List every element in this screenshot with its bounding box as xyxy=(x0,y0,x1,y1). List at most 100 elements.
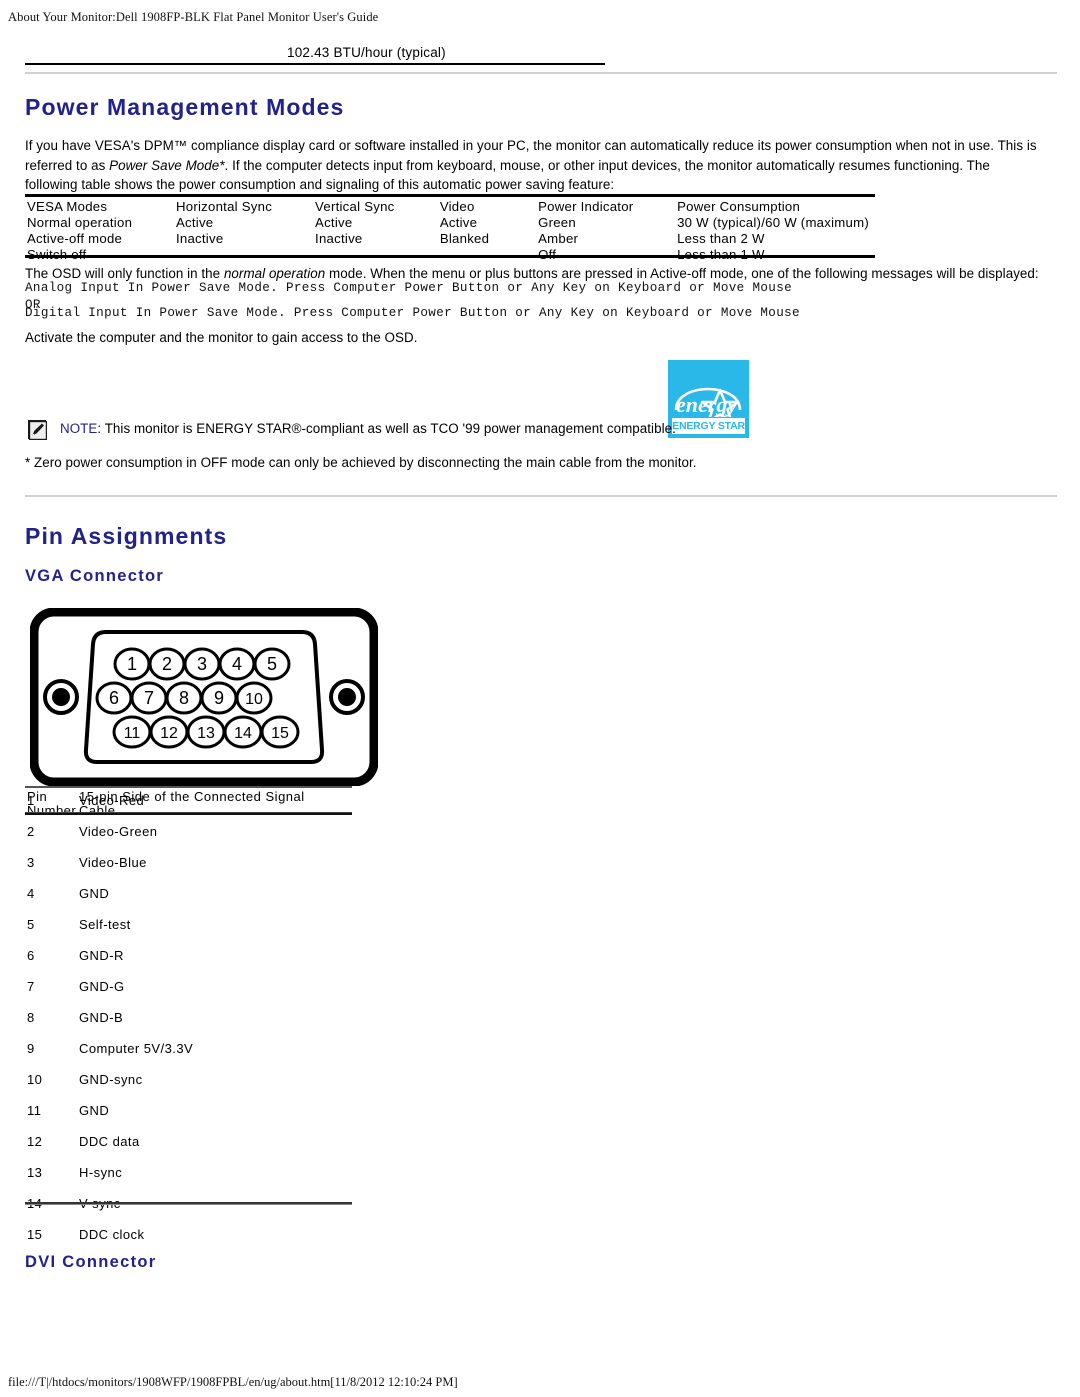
pin-label-8: 8 xyxy=(179,688,189,708)
td-vsync: Active xyxy=(315,215,353,230)
document-page: About Your Monitor:Dell 1908FP-BLK Flat … xyxy=(0,0,1080,1397)
pin-signal: GND-sync xyxy=(79,1072,143,1087)
pin-label-14: 14 xyxy=(234,725,252,742)
table-row: 13 H-sync xyxy=(25,1160,352,1191)
table-row: 14 V-sync xyxy=(25,1191,352,1222)
table-row: 1 Video-Red xyxy=(25,788,352,819)
pin-number: 6 xyxy=(27,948,35,963)
pin-number: 3 xyxy=(27,855,35,870)
table-row: 102.43 BTU/hour (typical) xyxy=(25,44,605,65)
btu-continued-table: 102.43 BTU/hour (typical) xyxy=(25,44,605,65)
table-row: 11 GND xyxy=(25,1098,352,1129)
section-divider-middle xyxy=(25,495,1057,497)
th-horizontal-sync: Horizontal Sync xyxy=(175,199,273,214)
table-row: 12 DDC data xyxy=(25,1129,352,1160)
pin-signal: Video-Red xyxy=(79,793,145,808)
btu-value-cell: 102.43 BTU/hour (typical) xyxy=(283,44,605,65)
osd-message-analog: Analog Input In Power Save Mode. Press C… xyxy=(25,281,793,295)
pin-number: 14 xyxy=(27,1196,43,1211)
osd-message-digital: Digital Input In Power Save Mode. Press … xyxy=(25,306,800,320)
pin-signal: Self-test xyxy=(79,917,131,932)
pin-assignment-table: 1 Video-Red 2 Video-Green 3 Video-Blue 4… xyxy=(25,788,352,1253)
table-row: 7 GND-G xyxy=(25,974,352,1005)
table-row: Active-off mode Inactive Inactive Blanke… xyxy=(25,231,875,247)
table-row: Normal operation Active Active Active Gr… xyxy=(25,215,875,231)
pin-table-bottom-rule xyxy=(25,1202,352,1205)
pin-signal: GND-R xyxy=(79,948,124,963)
pin-label-4: 4 xyxy=(232,654,242,674)
activate-instruction: Activate the computer and the monitor to… xyxy=(25,330,418,345)
page-title-pin-assignments: Pin Assignments xyxy=(25,523,228,549)
energy-star-note: NOTE: This monitor is ENERGY STAR®-compl… xyxy=(60,421,676,436)
pin-label-7: 7 xyxy=(144,688,154,708)
td-indicator: Amber xyxy=(538,231,579,246)
table-header-row: VESA Modes Horizontal Sync Vertical Sync… xyxy=(25,197,875,215)
table-row: 9 Computer 5V/3.3V xyxy=(25,1036,352,1067)
table-row: 2 Video-Green xyxy=(25,819,352,850)
td-hsync: Inactive xyxy=(175,231,224,246)
page-title-power-management: Power Management Modes xyxy=(25,94,345,120)
pin-number: 13 xyxy=(27,1165,43,1180)
table-row: 4 GND xyxy=(25,881,352,912)
note-body: : This monitor is ENERGY STAR®-compliant… xyxy=(97,421,676,436)
pin-number: 4 xyxy=(27,886,35,901)
pm-table-bottom-rule xyxy=(25,255,875,258)
pin-signal: GND xyxy=(79,886,110,901)
td-vsync: Inactive xyxy=(315,231,363,246)
pin-number: 10 xyxy=(27,1072,43,1087)
pin-signal: GND xyxy=(79,1103,110,1118)
pin-label-13: 13 xyxy=(197,725,215,742)
energy-star-logo: energy ENERGY STAR xyxy=(668,360,749,438)
pin-signal: V-sync xyxy=(79,1196,121,1211)
section-divider-top xyxy=(25,72,1057,74)
pin-label-2: 2 xyxy=(162,654,172,674)
td-indicator: Green xyxy=(538,215,576,230)
subtitle-vga-connector: VGA Connector xyxy=(25,567,165,585)
th-vesa-modes: VESA Modes xyxy=(27,199,108,214)
intro-italic: Power Save Mode* xyxy=(109,157,225,173)
energy-star-band: ENERGY STAR xyxy=(671,417,746,435)
osd-note-italic: normal operation xyxy=(223,266,326,281)
td-video: Blanked xyxy=(439,231,490,246)
pin-signal: Computer 5V/3.3V xyxy=(79,1041,194,1056)
power-management-table: VESA Modes Horizontal Sync Vertical Sync… xyxy=(25,197,875,263)
pin-number: 9 xyxy=(27,1041,35,1056)
th-power-consumption: Power Consumption xyxy=(677,199,801,214)
subtitle-dvi-connector: DVI Connector xyxy=(25,1253,157,1271)
svg-text:energy: energy xyxy=(676,392,737,417)
pin-number: 8 xyxy=(27,1010,35,1025)
td-consumption: Less than 2 W xyxy=(677,231,765,246)
pin-number: 2 xyxy=(27,824,35,839)
osd-note-part-2: mode. When the menu or plus buttons are … xyxy=(325,266,1039,281)
table-row: 3 Video-Blue xyxy=(25,850,352,881)
pin-label-10: 10 xyxy=(245,691,263,708)
note-icon-graphic xyxy=(29,421,47,440)
th-power-indicator: Power Indicator xyxy=(538,199,634,214)
td-mode: Normal operation xyxy=(27,215,133,230)
pin-number: 11 xyxy=(27,1103,42,1118)
pin-signal: DDC clock xyxy=(79,1227,145,1242)
vga-connector-diagram: 1 2 3 4 5 6 7 8 9 10 11 12 13 14 15 xyxy=(29,607,379,787)
pin-number: 7 xyxy=(27,979,35,994)
pin-label-11: 11 xyxy=(124,725,141,742)
note-label: NOTE xyxy=(60,421,98,436)
pin-number: 15 xyxy=(27,1227,43,1242)
btu-empty-cell xyxy=(25,44,283,65)
pin-label-15: 15 xyxy=(271,725,289,742)
pin-signal: GND-B xyxy=(79,1010,124,1025)
pin-label-12: 12 xyxy=(160,725,178,742)
pin-number: 1 xyxy=(27,793,35,808)
pin-label-5: 5 xyxy=(267,654,277,674)
table-row: 5 Self-test xyxy=(25,912,352,943)
pin-number: 12 xyxy=(27,1134,43,1149)
pin-label-1: 1 xyxy=(127,654,137,674)
pin-number: 5 xyxy=(27,917,35,932)
td-video: Active xyxy=(439,215,478,230)
note-pencil-icon xyxy=(28,420,47,440)
running-header: About Your Monitor:Dell 1908FP-BLK Flat … xyxy=(8,10,379,24)
pin-signal: DDC data xyxy=(79,1134,140,1149)
pin-signal: GND-G xyxy=(79,979,125,994)
pin-signal: Video-Blue xyxy=(79,855,147,870)
td-hsync: Active xyxy=(175,215,214,230)
table-row: 8 GND-B xyxy=(25,1005,352,1036)
